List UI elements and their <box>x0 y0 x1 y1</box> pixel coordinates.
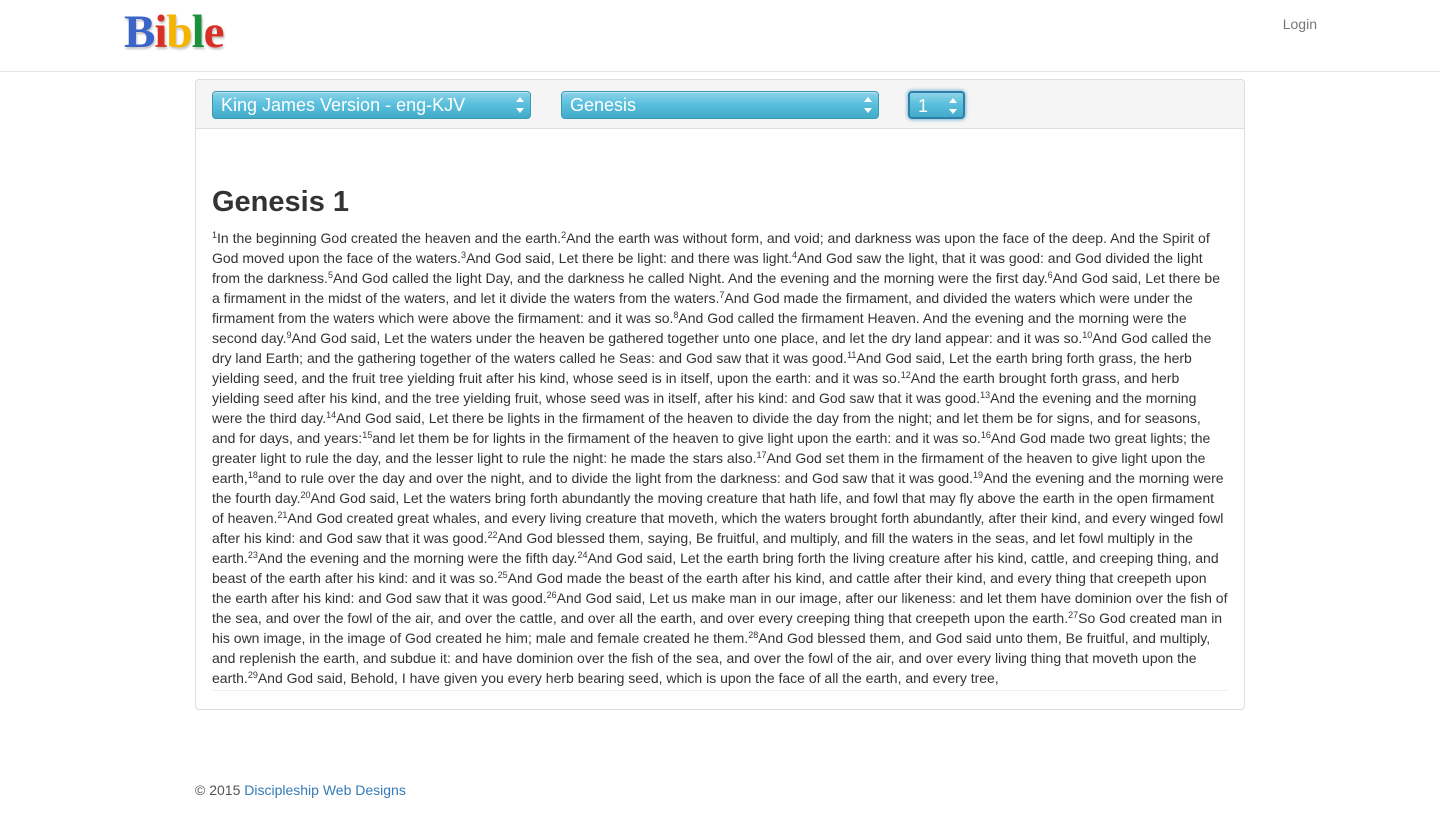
verse: 9And God said, Let the waters under the … <box>286 330 1082 346</box>
bible-reader-panel: King James Version - eng-KJV Genesis 1 G… <box>195 79 1245 710</box>
selector-toolbar: King James Version - eng-KJV Genesis 1 <box>196 80 1244 129</box>
verse-number: 14 <box>326 410 337 420</box>
select-arrows-icon <box>949 98 957 114</box>
copyright-text: © 2015 <box>195 782 245 798</box>
verse-text: And God said, Behold, I have given you e… <box>257 670 999 686</box>
verse-text: And God said, Let there be light: and th… <box>466 250 793 266</box>
select-arrows-icon <box>864 97 872 113</box>
logo-letter: i <box>154 6 167 58</box>
verse-number: 13 <box>980 390 991 400</box>
verses-text: 1In the beginning God created the heaven… <box>212 228 1228 688</box>
chapter-title: Genesis 1 <box>212 186 350 218</box>
site-header: Bible Login <box>0 0 1440 72</box>
verse-text: And God said, Let the waters under the h… <box>291 330 1083 346</box>
verse-number: 18 <box>247 470 258 480</box>
chapter-content[interactable]: Genesis 1 1In the beginning God created … <box>212 186 1228 691</box>
select-arrows-icon <box>516 97 524 113</box>
chapter-select-value: 1 <box>918 96 929 116</box>
verse-text: In the beginning God created the heaven … <box>217 230 562 246</box>
verse-number: 29 <box>247 670 258 680</box>
version-select[interactable]: King James Version - eng-KJV <box>212 91 531 119</box>
verse-text: and to rule over the day and over the ni… <box>257 470 974 486</box>
verse: 23And the evening and the morning were t… <box>248 550 578 566</box>
verse-number: 20 <box>300 490 311 500</box>
chapter-select[interactable]: 1 <box>908 91 965 119</box>
site-footer: © 2015 Discipleship Web Designs <box>195 782 406 798</box>
version-select-value: King James Version - eng-KJV <box>221 95 466 115</box>
verse-number: 24 <box>577 550 588 560</box>
logo-letter: l <box>191 6 205 58</box>
verse: 5And God called the light Day, and the d… <box>328 270 1048 286</box>
verse-number: 12 <box>900 370 911 380</box>
verse-text: and let them be for lights in the firmam… <box>372 430 981 446</box>
verse-number: 27 <box>1068 610 1079 620</box>
verse-number: 17 <box>756 450 767 460</box>
logo-letter: e <box>203 6 225 58</box>
verse-number: 10 <box>1082 330 1093 340</box>
verse-number: 28 <box>748 630 759 640</box>
book-select[interactable]: Genesis <box>561 91 879 119</box>
verse: 29And God said, Behold, I have given you… <box>248 670 999 686</box>
verse-number: 15 <box>362 430 373 440</box>
verse-number: 16 <box>980 430 991 440</box>
verse: 3And God said, Let there be light: and t… <box>461 250 792 266</box>
verse: 1In the beginning God created the heaven… <box>212 230 561 246</box>
footer-link[interactable]: Discipleship Web Designs <box>244 782 406 798</box>
verse-number: 22 <box>487 530 498 540</box>
verse-number: 21 <box>277 510 288 520</box>
logo-letter: b <box>166 6 192 58</box>
verse-number: 26 <box>546 590 557 600</box>
login-link[interactable]: Login <box>1283 16 1317 32</box>
verse-number: 19 <box>973 470 984 480</box>
verse: 18and to rule over the day and over the … <box>248 470 973 486</box>
logo-letter: B <box>124 6 155 58</box>
book-select-value: Genesis <box>570 95 637 115</box>
bible-logo[interactable]: Bible <box>124 4 224 60</box>
verse-number: 23 <box>247 550 258 560</box>
verse: 15and let them be for lights in the firm… <box>362 430 981 446</box>
verse-text: And God called the light Day, and the da… <box>332 270 1048 286</box>
verse-text: And the evening and the morning were the… <box>257 550 578 566</box>
verse-number: 25 <box>497 570 508 580</box>
